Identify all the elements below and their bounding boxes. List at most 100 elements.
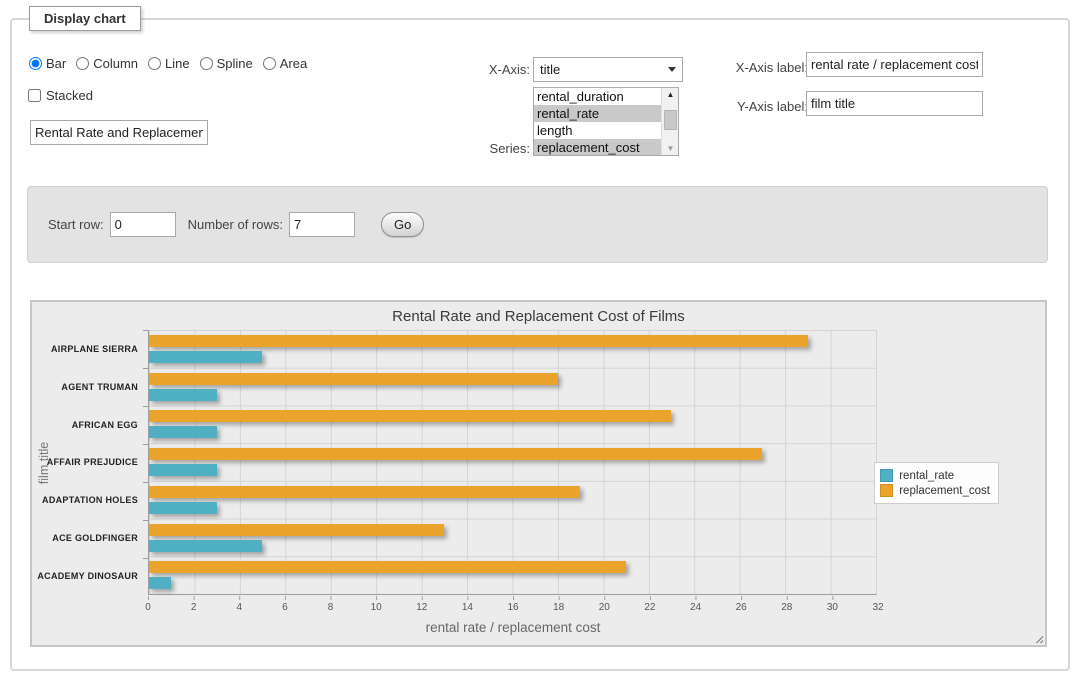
chart-type-label: Bar	[46, 56, 66, 71]
bar-replacement_cost	[149, 373, 558, 385]
x-tick-label: 20	[599, 602, 610, 613]
series-option-length[interactable]: length	[534, 122, 661, 139]
x-tick-label: 2	[191, 602, 197, 613]
chart-row-adaptation-holes	[149, 481, 876, 519]
x-tick-label: 14	[462, 602, 473, 613]
chart-row-affair-prejudice	[149, 443, 876, 481]
chart-row-academy-dinosaur	[149, 556, 876, 594]
chart-type-label: Spline	[217, 56, 253, 71]
x-tick-label: 0	[145, 602, 151, 613]
bar-replacement_cost	[149, 448, 762, 460]
x-tick-label: 28	[781, 602, 792, 613]
chart-type-label: Line	[165, 56, 190, 71]
series-multiselect[interactable]: rental_durationrental_ratelengthreplacem…	[533, 87, 679, 156]
bar-rental_rate	[149, 426, 217, 438]
chart-type-radio-group: Bar Column Line Spline Area	[29, 56, 317, 71]
plot-area	[148, 330, 877, 595]
chart-type-option-area[interactable]: Area	[263, 56, 307, 71]
category-label: AGENT TRUMAN	[34, 368, 143, 406]
chart-type-radio-line[interactable]	[148, 57, 161, 70]
display-chart-panel: Display chart BarColumnLineSplineArea St…	[10, 18, 1070, 671]
x-tick-label: 12	[416, 602, 427, 613]
x-axis-label-input[interactable]	[806, 52, 983, 77]
category-label: ACADEMY DINOSAUR	[34, 557, 143, 595]
x-tick-label: 26	[736, 602, 747, 613]
legend-label: replacement_cost	[899, 485, 990, 497]
resize-handle-icon[interactable]	[1033, 633, 1043, 643]
y-axis-label-input[interactable]	[806, 91, 983, 116]
bar-replacement_cost	[149, 410, 671, 422]
chart-row-agent-truman	[149, 368, 876, 406]
category-axis-labels: AIRPLANE SIERRAAGENT TRUMANAFRICAN EGGAF…	[34, 330, 143, 595]
chart-panel: Rental Rate and Replacement Cost of Film…	[30, 300, 1047, 647]
scroll-down-icon[interactable]	[663, 142, 678, 155]
x-tick-label: 24	[690, 602, 701, 613]
chart-type-radio-column[interactable]	[76, 57, 89, 70]
stacked-checkbox[interactable]	[28, 89, 41, 102]
bar-rental_rate	[149, 540, 262, 552]
x-tick-label: 22	[644, 602, 655, 613]
start-row-label: Start row:	[48, 217, 104, 232]
category-label: ADAPTATION HOLES	[34, 481, 143, 519]
x-axis-title: rental rate / replacement cost	[148, 620, 878, 635]
category-label: AFRICAN EGG	[34, 406, 143, 444]
x-axis-tick-labels: 02468101214161820222426283032	[148, 602, 878, 615]
bar-rental_rate	[149, 464, 217, 476]
chart-type-option-line[interactable]: Line	[148, 56, 190, 71]
num-rows-input[interactable]	[289, 212, 355, 237]
bar-rental_rate	[149, 351, 262, 363]
x-tick-label: 32	[872, 602, 883, 613]
chart-title-input[interactable]	[30, 120, 208, 145]
chart-row-ace-goldfinger	[149, 519, 876, 557]
x-tick-label: 8	[328, 602, 334, 613]
chart-legend: rental_rate replacement_cost	[874, 462, 999, 504]
bar-replacement_cost	[149, 561, 626, 573]
legend-item-replacement_cost: replacement_cost	[880, 484, 990, 497]
chart-type-option-column[interactable]: Column	[76, 56, 138, 71]
category-label: AIRPLANE SIERRA	[34, 330, 143, 368]
series-option-replacement_cost[interactable]: replacement_cost	[534, 139, 661, 156]
x-tick-label: 4	[236, 602, 242, 613]
chart-type-radio-bar[interactable]	[29, 57, 42, 70]
x-tick-label: 30	[827, 602, 838, 613]
x-tick-label: 10	[371, 602, 382, 613]
x-axis-selected-value: title	[540, 62, 668, 77]
legend-label: rental_rate	[899, 470, 954, 482]
chart-type-radio-spline[interactable]	[200, 57, 213, 70]
chart-row-airplane-sierra	[149, 330, 876, 368]
chart-type-option-bar[interactable]: Bar	[29, 56, 66, 71]
legend-swatch-replacement_cost	[880, 484, 893, 497]
series-list-label: Series:	[432, 141, 530, 156]
legend-swatch-rental_rate	[880, 469, 893, 482]
bar-replacement_cost	[149, 524, 444, 536]
bar-rental_rate	[149, 502, 217, 514]
chart-title: Rental Rate and Replacement Cost of Film…	[32, 308, 1045, 325]
chart-type-radio-area[interactable]	[263, 57, 276, 70]
x-tick-label: 18	[553, 602, 564, 613]
x-axis-ticks	[148, 596, 878, 600]
series-option-rental_rate[interactable]: rental_rate	[534, 105, 661, 122]
x-axis-label-label: X-Axis label:	[656, 60, 808, 75]
x-tick-label: 16	[507, 602, 518, 613]
row-range-panel: Start row: Number of rows: Go	[27, 186, 1048, 263]
stacked-label: Stacked	[46, 88, 93, 103]
chart-type-label: Area	[280, 56, 307, 71]
category-label: ACE GOLDFINGER	[34, 519, 143, 557]
num-rows-label: Number of rows:	[188, 217, 283, 232]
y-axis-label-label: Y-Axis label:	[656, 99, 808, 114]
chart-row-african-egg	[149, 405, 876, 443]
bar-rental_rate	[149, 577, 171, 589]
legend-item-rental_rate: rental_rate	[880, 469, 990, 482]
series-option-rental_duration[interactable]: rental_duration	[534, 88, 661, 105]
category-label: AFFAIR PREJUDICE	[34, 444, 143, 482]
chart-type-option-spline[interactable]: Spline	[200, 56, 253, 71]
x-axis-select-label: X-Axis:	[432, 62, 530, 77]
panel-title: Display chart	[29, 6, 141, 31]
x-tick-label: 6	[282, 602, 288, 613]
start-row-input[interactable]	[110, 212, 176, 237]
bar-replacement_cost	[149, 486, 580, 498]
stacked-checkbox-row[interactable]: Stacked	[28, 88, 93, 103]
chart-type-label: Column	[93, 56, 138, 71]
go-button[interactable]: Go	[381, 212, 424, 237]
bar-replacement_cost	[149, 335, 808, 347]
